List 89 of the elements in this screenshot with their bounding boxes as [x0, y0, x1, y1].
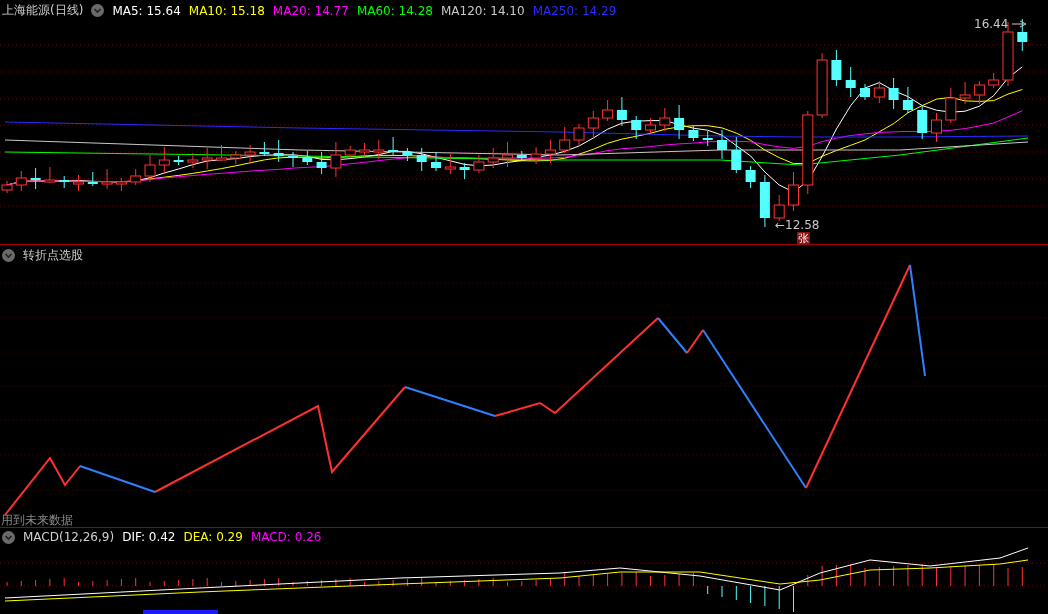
candlestick — [431, 151, 441, 172]
price-label: ←12.58 — [775, 219, 820, 232]
candlestick — [244, 144, 256, 165]
candlestick — [459, 162, 470, 180]
candlestick — [788, 171, 799, 212]
candlestick — [1017, 18, 1028, 52]
legend-value: MA250: 14.29 — [532, 3, 617, 18]
candlestick — [144, 154, 156, 183]
candlestick — [731, 136, 742, 174]
candlestick — [44, 166, 56, 184]
candlestick — [416, 147, 427, 172]
candlestick — [645, 117, 656, 134]
legend-value: DIF: 0.42 — [122, 530, 176, 544]
candlestick — [59, 175, 70, 189]
candlestick — [158, 146, 170, 175]
candlestick — [316, 151, 327, 175]
candlestick — [216, 144, 227, 162]
legend-value: MA60: 14.28 — [356, 3, 433, 18]
candlestick — [773, 194, 785, 222]
candlestick — [917, 105, 928, 140]
candlestick — [573, 123, 585, 147]
chart-title: 上海能源(日线) — [2, 2, 84, 19]
candlestick — [373, 139, 385, 160]
candlestick — [502, 141, 513, 168]
candlestick — [973, 80, 985, 105]
candlestick — [988, 72, 1000, 89]
candlestick — [402, 147, 413, 162]
candlestick — [273, 139, 284, 163]
candlestick — [902, 86, 913, 114]
candlestick — [530, 146, 542, 165]
candlestick — [931, 112, 942, 143]
candlestick — [288, 151, 298, 168]
candlestick — [115, 177, 127, 192]
candlestick — [201, 147, 213, 170]
legend-value: MA120: 14.10 — [440, 3, 525, 18]
candlestick — [759, 174, 770, 228]
candlestick — [860, 83, 870, 101]
candlestick — [487, 147, 499, 169]
candlestick — [717, 129, 727, 160]
candlestick — [444, 153, 456, 175]
candlestick — [15, 170, 27, 192]
candlestick — [674, 104, 685, 140]
candlestick — [631, 115, 642, 140]
candlestick — [831, 49, 842, 87]
candlestick — [702, 130, 713, 147]
candlestick — [344, 145, 356, 159]
candlestick — [87, 171, 98, 187]
candlestick — [945, 87, 957, 124]
collapse-icon[interactable] — [2, 530, 15, 544]
candlestick — [330, 141, 342, 178]
price-label: 16.44 — [974, 18, 1009, 31]
legend-value: MA10: 15.18 — [188, 3, 265, 18]
marker-badge: 张 — [797, 232, 810, 245]
candlestick — [816, 52, 828, 119]
candlestick — [130, 168, 142, 186]
indicator-title: 转折点选股 — [23, 247, 83, 264]
candlestick — [30, 167, 41, 190]
legend-value: DEA: 0.29 — [183, 530, 243, 544]
candlestick — [888, 77, 899, 110]
candlestick — [659, 107, 671, 132]
candlestick — [602, 99, 614, 122]
candlestick — [959, 81, 971, 105]
candlestick — [745, 165, 756, 189]
candlestick — [845, 66, 856, 98]
candlestick — [587, 110, 599, 138]
collapse-icon[interactable] — [91, 4, 105, 17]
candlestick — [187, 152, 199, 169]
indicator-title: MACD(12,26,9) — [23, 530, 115, 544]
candlestick — [101, 168, 113, 190]
collapse-icon[interactable] — [2, 249, 15, 262]
candlestick — [473, 154, 485, 174]
candlestick — [302, 150, 313, 166]
arrow-icon — [1011, 20, 1027, 28]
candlestick — [616, 96, 627, 127]
legend-value: MA5: 15.64 — [112, 3, 181, 18]
candlestick — [559, 126, 571, 154]
warning-note: 用到未来数据 — [1, 512, 73, 529]
candlestick — [73, 174, 84, 192]
legend-value: MA20: 14.77 — [272, 3, 349, 18]
candlestick — [359, 142, 370, 157]
candlestick — [230, 150, 242, 165]
candlestick — [259, 141, 270, 157]
candlestick — [688, 125, 699, 142]
candlestick — [173, 155, 184, 166]
candlestick — [544, 139, 556, 164]
candlestick — [516, 150, 527, 162]
legend-value: MACD: 0.26 — [250, 530, 322, 544]
candlestick — [873, 80, 885, 104]
candlestick — [388, 136, 399, 156]
